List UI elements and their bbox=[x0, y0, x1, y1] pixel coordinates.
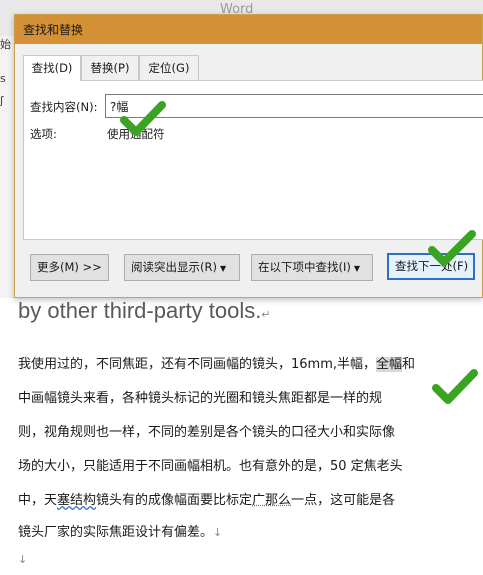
dialog-title: 查找和替换 bbox=[23, 23, 84, 37]
document-line: 镜头厂家的实际焦距设计有偏差。↓ bbox=[18, 521, 222, 540]
chevron-down-icon: ▼ bbox=[219, 264, 227, 273]
text-run: 场的大小，只能适用于不同画幅相机。也有意外的是，50 定焦老头 bbox=[18, 459, 403, 474]
check-icon bbox=[120, 101, 166, 136]
reading-highlight-label: 阅读突出显示(R) bbox=[131, 260, 217, 274]
more-button[interactable]: 更多(M) >> bbox=[30, 254, 109, 281]
options-label: 选项: bbox=[30, 127, 57, 141]
document-line: 我使用过的，不同焦距，还有不同画幅的镜头，16mm,半幅，全幅和 bbox=[18, 353, 415, 372]
document-line: 中画幅镜头来看，各种镜头标记的光圈和镜头焦距都是一样的规 bbox=[18, 387, 382, 406]
more-button-label: 更多(M) >> bbox=[37, 260, 102, 274]
english-text: by other third-party tools. bbox=[18, 298, 262, 323]
ribbon-edge-text-3: ʃ bbox=[0, 94, 4, 107]
tab-goto[interactable]: 定位(G) bbox=[139, 55, 199, 80]
word-ribbon-edge: 始 s ʃ bbox=[0, 36, 15, 298]
find-in-label: 在以下项中查找(I) bbox=[258, 260, 351, 274]
end-paragraph-mark: ↓ bbox=[18, 553, 28, 566]
text-run: 镜头厂家的实际焦距设计有偏差。 bbox=[18, 525, 214, 540]
reading-highlight-button[interactable]: 阅读突出显示(R) ▼ bbox=[124, 254, 240, 281]
text-run: 塞结构 bbox=[57, 493, 97, 508]
ribbon-edge-text-2: s bbox=[0, 72, 6, 85]
dialog-title-bar[interactable]: 查找和替换 bbox=[15, 15, 482, 44]
check-icon bbox=[428, 230, 476, 266]
find-what-label: 查找内容(N): bbox=[30, 100, 98, 114]
paragraph-mark: ↵ bbox=[261, 309, 271, 321]
find-in-button[interactable]: 在以下项中查找(I) ▼ bbox=[251, 254, 373, 281]
tab-replace[interactable]: 替换(P) bbox=[81, 55, 139, 80]
document-line: 中，天塞结构镜头有的成像幅面要比标定广那么一点，这可能是各 bbox=[18, 489, 395, 508]
text-run: 中画幅镜头来看，各种镜头标记的光圈和镜头焦距都是一样的规 bbox=[18, 391, 383, 406]
text-run: 和 bbox=[402, 357, 416, 372]
tab-find[interactable]: 查找(D) bbox=[23, 55, 81, 81]
text-run: 则，视角规则也一样，不同的差别是各个镜头的口径大小和实际像 bbox=[18, 425, 396, 440]
document-english-line: by other third-party tools.↵ bbox=[18, 298, 271, 324]
document-line: 则，视角规则也一样，不同的差别是各个镜头的口径大小和实际像 bbox=[18, 421, 395, 440]
text-run: 一点，这可能是各 bbox=[291, 493, 396, 508]
text-run: 广那么 bbox=[252, 493, 292, 508]
paragraph-mark: ↓ bbox=[213, 526, 223, 539]
text-run: 中，天 bbox=[18, 493, 58, 508]
text-run: 我使用过的，不同焦距，还有不同画幅的镜头，16mm,半幅， bbox=[18, 357, 377, 372]
find-replace-dialog: 查找和替换 查找(D) 替换(P) 定位(G) 查找内容(N): 选项: 使用通… bbox=[14, 14, 483, 298]
check-icon bbox=[432, 369, 478, 404]
highlighted-match: 全幅 bbox=[376, 357, 403, 372]
ribbon-edge-text-1: 始 bbox=[0, 38, 11, 51]
document-line: 场的大小，只能适用于不同画幅相机。也有意外的是，50 定焦老头 bbox=[18, 455, 403, 474]
text-run: 镜头有的成像幅面要比标定 bbox=[96, 493, 253, 508]
chevron-down-icon: ▼ bbox=[353, 264, 361, 273]
